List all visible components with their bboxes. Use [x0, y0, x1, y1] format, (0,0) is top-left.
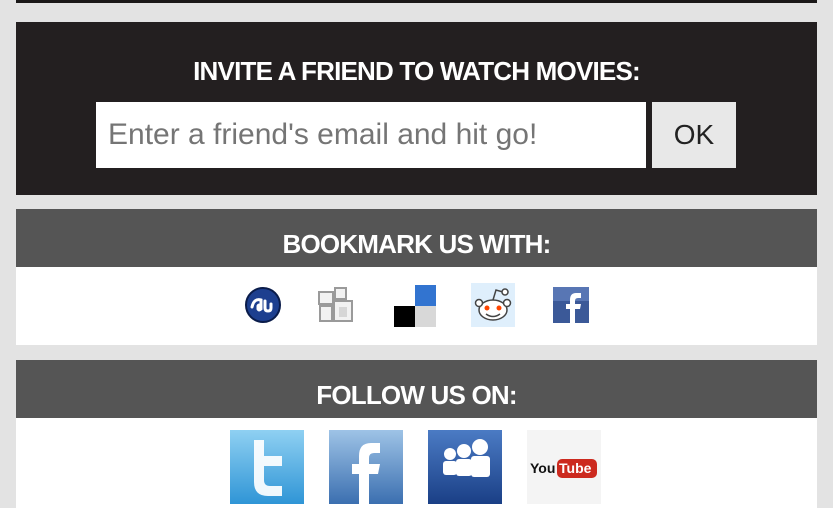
youtube-you-text: You — [530, 460, 555, 476]
friend-email-input[interactable] — [96, 102, 646, 168]
invite-panel: INVITE A FRIEND TO WATCH MOVIES: OK — [16, 22, 817, 195]
facebook-icon[interactable] — [329, 430, 403, 504]
ok-button[interactable]: OK — [652, 102, 736, 168]
follow-panel: FOLLOW US ON: You Tube — [16, 360, 817, 508]
youtube-tube-text: Tube — [559, 460, 592, 476]
invite-title: INVITE A FRIEND TO WATCH MOVIES: — [193, 56, 641, 86]
sidebar-widgets: INVITE A FRIEND TO WATCH MOVIES: OK BOOK… — [0, 0, 833, 508]
youtube-icon[interactable]: You Tube — [527, 430, 601, 504]
facebook-icon[interactable] — [549, 283, 593, 327]
mixx-icon[interactable] — [315, 283, 359, 327]
reddit-icon[interactable] — [471, 283, 515, 327]
bookmark-panel: BOOKMARK US WITH: — [16, 209, 817, 345]
bookmark-title: BOOKMARK US WITH: — [16, 209, 817, 267]
delicious-icon[interactable] — [393, 283, 437, 327]
twitter-icon[interactable] — [230, 430, 304, 504]
stumbleupon-icon[interactable] — [241, 283, 285, 327]
follow-title: FOLLOW US ON: — [16, 360, 817, 418]
myspace-icon[interactable] — [428, 430, 502, 504]
divider — [16, 0, 817, 3]
